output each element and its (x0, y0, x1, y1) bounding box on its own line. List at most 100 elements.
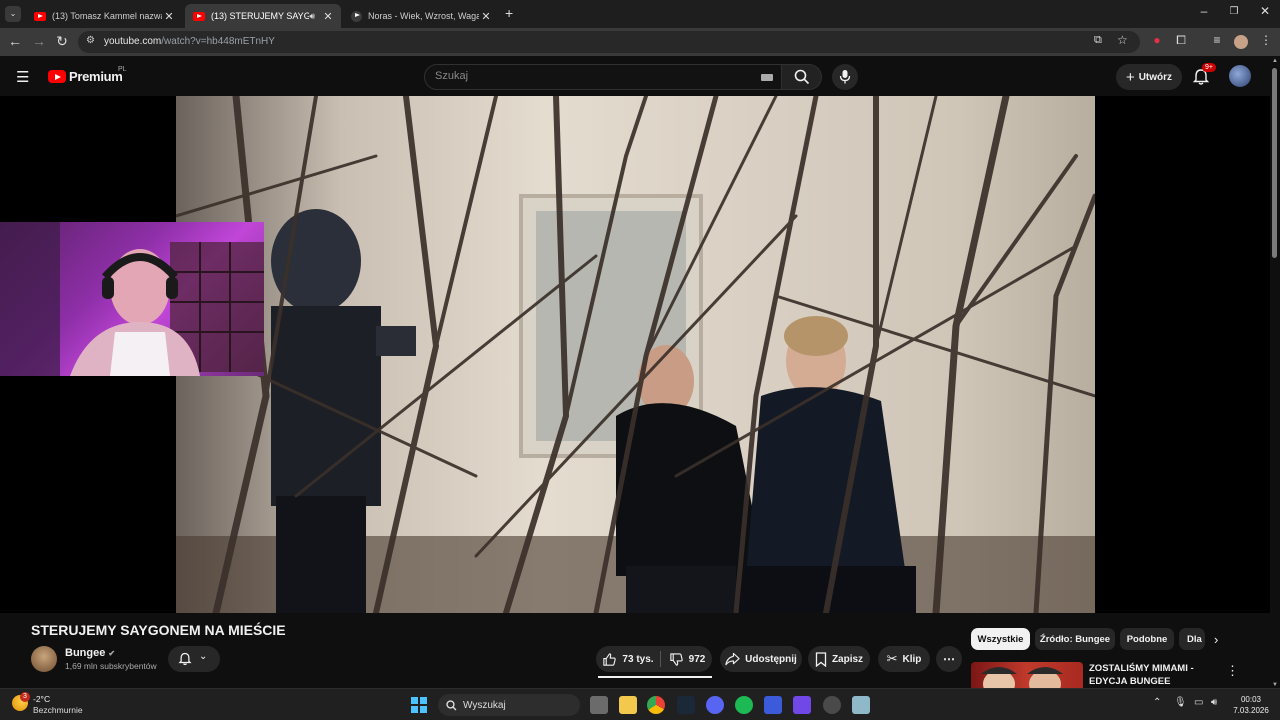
bookmark-icon (815, 651, 827, 667)
task-view-icon[interactable] (590, 696, 608, 714)
like-divider (660, 651, 661, 667)
browser-menu-icon[interactable]: ⋮ (1257, 33, 1275, 47)
close-tab-icon[interactable]: ✕ (479, 10, 493, 23)
like-button[interactable]: 73 tys. (596, 646, 660, 672)
keyboard-icon[interactable] (761, 74, 773, 81)
system-clock[interactable]: 00:03 7.03.2026 (1226, 694, 1276, 716)
channel-avatar[interactable] (31, 646, 57, 672)
discord-icon[interactable] (706, 696, 724, 714)
tab-search-icon[interactable]: ⌄ (5, 6, 21, 22)
account-avatar[interactable] (1229, 65, 1251, 87)
close-window-icon[interactable]: ✕ (1250, 4, 1280, 18)
weather-description[interactable]: Bezchmurnie (33, 705, 83, 715)
notifications-button[interactable]: 9+ (1190, 63, 1216, 88)
video-frame-illustration (176, 96, 1095, 613)
file-explorer-icon[interactable] (619, 696, 637, 714)
extension-red-icon[interactable]: ● (1148, 33, 1166, 47)
back-icon[interactable]: ← (5, 33, 25, 49)
video-title: STERUJEMY SAYGONEM NA MIEŚCIE (31, 622, 286, 638)
windows-start-icon[interactable] (411, 697, 427, 713)
browser-tab-bar: ⌄ (13) Tomasz Kammel nazwany D ✕ (13) ST… (0, 0, 1280, 28)
tray-expand-icon[interactable]: ⌃ (1153, 697, 1161, 708)
dislike-button[interactable]: 972 (663, 646, 711, 672)
like-ratio-bar (598, 676, 712, 678)
clip-button[interactable]: ✂ Klip (878, 646, 930, 672)
site-info-icon[interactable]: ⚙ (86, 35, 95, 46)
youtube-favicon-icon (34, 11, 46, 21)
video-player[interactable] (176, 96, 1095, 613)
address-bar-row: ← → ↻ ⚙ youtube.com/watch?v=hb448mETnHY … (0, 28, 1280, 56)
forward-icon[interactable]: → (29, 33, 49, 49)
thumbs-up-icon (603, 652, 617, 666)
channel-name[interactable]: Bungee ✔ (65, 647, 115, 659)
tab-noras[interactable]: Noras - Wiek, Wzrost, Waga, W ✕ (343, 4, 499, 28)
recommendation-thumbnail[interactable] (971, 662, 1083, 688)
chip-for-you[interactable]: Dla (1179, 628, 1205, 650)
hamburger-menu-icon[interactable]: ☰ (16, 68, 29, 86)
more-horizontal-icon: ⋯ (943, 652, 955, 666)
taskbar-search[interactable]: Wyszukaj (438, 694, 580, 716)
chip-source-bungee[interactable]: Źródło: Bungee (1035, 628, 1115, 650)
search-icon (446, 699, 457, 710)
logo-region: PL (118, 66, 127, 73)
share-button[interactable]: Udostępnij (720, 646, 802, 672)
voice-search-button[interactable] (832, 64, 858, 90)
chip-related[interactable]: Podobne (1120, 628, 1174, 650)
bookmark-star-icon[interactable]: ☆ (1117, 33, 1128, 47)
plus-icon: + (1125, 68, 1135, 86)
windows-taskbar: 3 -2°C Bezchmurnie Wyszukaj ⌃ 🎙︎ ▭ 🔊︎ 00… (0, 688, 1280, 720)
recommendation-title[interactable]: ZOSTALIŚMY MIMAMI - EDYCJA BUNGEE (1089, 662, 1219, 688)
app-grid-icon[interactable] (793, 696, 811, 714)
youtube-favicon-icon (193, 11, 205, 21)
create-button[interactable]: + Utwórz (1116, 64, 1182, 90)
tab-kammel[interactable]: (13) Tomasz Kammel nazwany D ✕ (26, 4, 182, 28)
recommendation-menu-icon[interactable]: ⋮ (1226, 663, 1239, 679)
save-button[interactable]: Zapisz (808, 646, 870, 672)
omnibox[interactable]: ⚙ youtube.com/watch?v=hb448mETnHY ⧉ ☆ (78, 31, 1140, 53)
search-box (424, 64, 782, 90)
maximize-icon[interactable]: ❐ (1219, 6, 1249, 17)
youtube-logo-text[interactable]: Premium (69, 69, 123, 84)
close-tab-icon[interactable]: ✕ (162, 10, 176, 23)
minimize-icon[interactable]: – (1189, 4, 1219, 18)
subscription-bell-button[interactable]: ⌄ (168, 646, 220, 672)
tray-mic-icon[interactable]: 🎙︎ (1174, 697, 1187, 708)
tab-sterujemy[interactable]: (13) STERUJEMY SAYGONEM 🔊︎ ✕ (185, 4, 341, 28)
chip-all[interactable]: Wszystkie (971, 628, 1030, 650)
tray-volume-icon[interactable]: 🔊︎ (1211, 697, 1217, 708)
extensions-puzzle-icon[interactable]: ⧠ (1172, 33, 1190, 48)
chevron-right-icon[interactable]: › (1214, 632, 1218, 647)
verified-icon: ✔ (108, 649, 116, 658)
search-button[interactable] (782, 64, 822, 90)
more-actions-button[interactable]: ⋯ (936, 646, 962, 672)
share-icon (725, 652, 740, 666)
scroll-up-icon[interactable]: ▲ (1272, 58, 1278, 64)
reload-icon[interactable]: ↻ (52, 33, 72, 50)
app-arrow-icon[interactable] (764, 696, 782, 714)
close-tab-icon[interactable]: ✕ (321, 10, 335, 23)
app-photo-icon[interactable] (852, 696, 870, 714)
notification-badge: 9+ (1202, 63, 1216, 72)
spotify-icon[interactable] (735, 696, 753, 714)
chrome-icon[interactable] (647, 696, 665, 714)
page-scrollbar[interactable]: ▲ ▼ (1270, 58, 1278, 688)
clock-date: 7.03.2026 (1233, 706, 1269, 715)
app-circle-icon[interactable] (823, 696, 841, 714)
thumbnail-illustration (981, 667, 1063, 688)
tray-network-icon[interactable]: ▭ (1194, 697, 1203, 708)
search-icon (794, 69, 810, 85)
speaker-icon[interactable]: 🔊︎ (309, 11, 315, 22)
install-app-icon[interactable]: ⧉ (1094, 34, 1102, 47)
url-path: /watch?v=hb448mETnHY (161, 36, 275, 47)
media-controls-icon[interactable]: ≡ (1208, 33, 1226, 47)
scrollbar-thumb[interactable] (1272, 68, 1277, 258)
new-tab-icon[interactable]: + (505, 5, 513, 21)
weather-badge: 3 (20, 692, 30, 702)
profile-avatar-icon[interactable] (1234, 35, 1248, 49)
search-input[interactable] (435, 70, 735, 82)
steam-icon[interactable] (677, 696, 695, 714)
site-favicon-icon (351, 10, 362, 22)
weather-temperature[interactable]: -2°C (33, 694, 50, 704)
youtube-header: ☰ Premium PL + Utwórz 9+ (0, 56, 1280, 96)
youtube-logo-icon[interactable] (48, 70, 66, 83)
